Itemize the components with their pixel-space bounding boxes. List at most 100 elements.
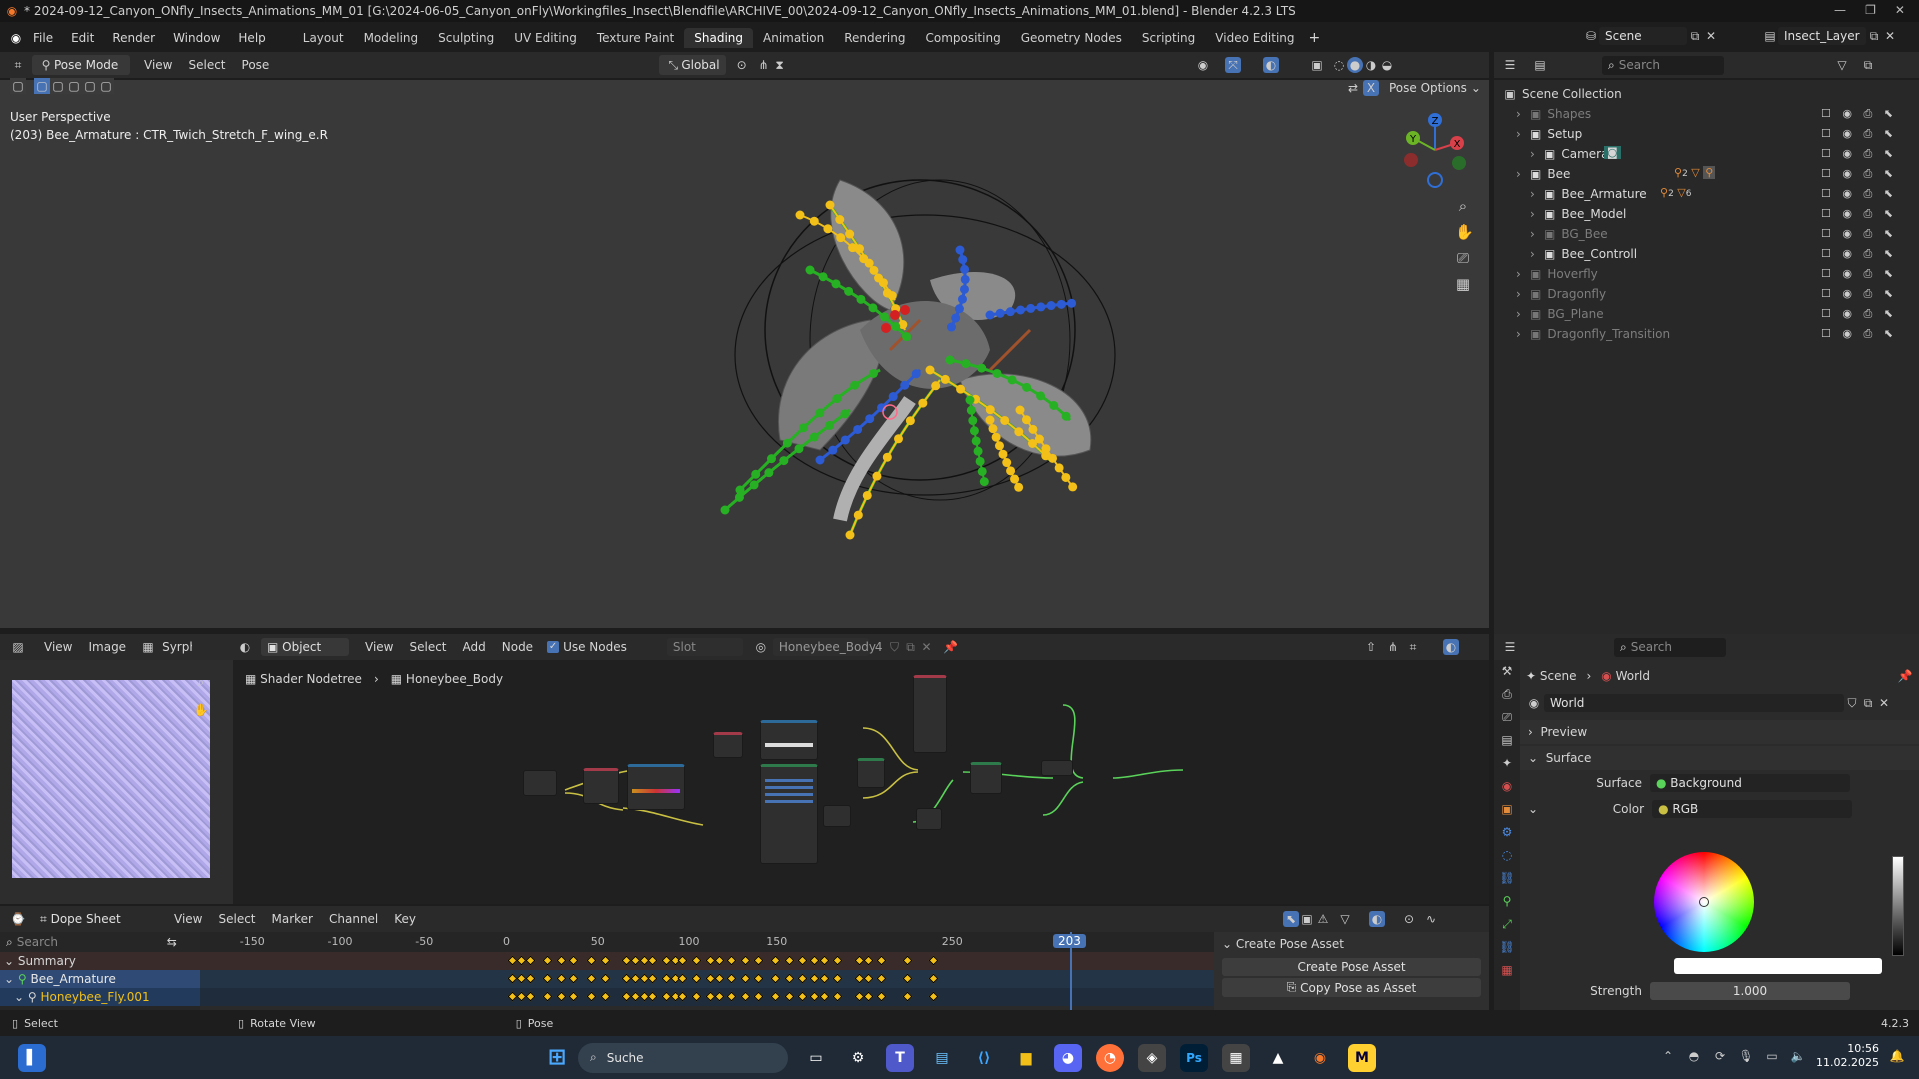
bone-joint[interactable] (751, 469, 761, 479)
editor-type-icon[interactable]: ⌗ (10, 57, 26, 73)
mode-dropdown[interactable]: ⚲ Pose Mode (32, 55, 130, 75)
world-tab-icon[interactable]: ◉ (1499, 778, 1515, 794)
camera-view-icon[interactable]: ⎚ (1455, 250, 1471, 266)
select-mode-intersect-icon[interactable]: ▢ (98, 78, 114, 94)
bone-joint[interactable] (856, 294, 866, 304)
bone-joint[interactable] (1061, 411, 1071, 421)
channel-bee-armature[interactable]: ⌄ ⚲ Bee_Armature (0, 970, 200, 988)
bone-joint[interactable] (859, 254, 869, 264)
tab-uv-editing[interactable]: UV Editing (504, 28, 587, 48)
dopesheet-menu-key[interactable]: Key (394, 912, 416, 926)
bone-joint[interactable] (764, 468, 774, 478)
row-visibility-toggles[interactable]: ☐ ◉ ⎙ ⬉ (1821, 167, 1897, 181)
bone-joint[interactable] (891, 322, 901, 332)
filter-icon[interactable]: ▽ (1834, 57, 1850, 73)
color-wheel[interactable] (1654, 852, 1754, 952)
tool-tab-icon[interactable]: ⚒ (1499, 663, 1515, 679)
bone-joint[interactable] (1054, 463, 1064, 473)
pivot-icon[interactable]: ⊙ (734, 57, 750, 73)
miro-icon[interactable]: M (1348, 1043, 1376, 1072)
slot-dropdown[interactable]: Slot (666, 638, 743, 656)
row-visibility-toggles[interactable]: ☐ ◉ ⎙ ⬉ (1821, 207, 1897, 221)
bone-joint[interactable] (1046, 301, 1056, 311)
chevron-right-icon[interactable]: › (1516, 127, 1528, 141)
bone-joint[interactable] (960, 264, 970, 274)
vscode-icon[interactable]: ⟨⟩ (970, 1044, 998, 1072)
image-name-field[interactable]: Syrph (162, 640, 192, 654)
bone-joint[interactable] (1006, 466, 1016, 476)
node-menu-node[interactable]: Node (502, 640, 533, 654)
surface-panel[interactable]: ⌄ Surface (1520, 746, 1919, 770)
outliner-item-bee-controll[interactable]: › ▣ Bee_Controll ☐ ◉ ⎙ ⬉ (1494, 244, 1919, 264)
bone-joint[interactable] (882, 452, 892, 462)
chevron-right-icon[interactable]: › (1516, 307, 1528, 321)
node-snap-icon[interactable]: ⋔ (1385, 639, 1401, 655)
bone-joint[interactable] (868, 303, 878, 313)
chevron-right-icon[interactable]: › (1516, 267, 1528, 281)
bone-joint[interactable] (845, 229, 855, 239)
image-editor[interactable]: ⌕ ✋ (0, 660, 233, 904)
bone-joint[interactable] (1026, 303, 1036, 313)
tab-scripting[interactable]: Scripting (1132, 28, 1205, 48)
only-selected-icon[interactable]: ⬉ (1283, 911, 1299, 927)
bone-joint[interactable] (818, 272, 828, 282)
bone-joint[interactable] (1016, 305, 1026, 315)
viewport-menu-pose[interactable]: Pose (242, 58, 270, 72)
bone-joint[interactable] (905, 416, 915, 426)
perspective-grid-icon[interactable]: ▦ (1455, 276, 1471, 292)
bone-joint[interactable] (844, 286, 854, 296)
bone-joint[interactable] (959, 284, 969, 294)
bone-joint[interactable] (995, 308, 1005, 318)
shader-type-dropdown[interactable]: ▣ Object (261, 638, 349, 656)
node-menu-select[interactable]: Select (409, 640, 446, 654)
bone-joint[interactable] (973, 446, 983, 456)
bone-joint[interactable] (985, 405, 995, 415)
bone-joint[interactable] (828, 445, 838, 455)
bone-joint[interactable] (958, 255, 968, 265)
bone-joint[interactable] (878, 278, 888, 288)
new-scene-icon[interactable]: ⧉ (1687, 28, 1703, 44)
bone-joint[interactable] (1049, 401, 1059, 411)
scene-name-field[interactable]: Scene (1599, 27, 1687, 45)
node-editor[interactable]: ▦ Shader Nodetree › ▦ Honeybee_Body (233, 660, 1489, 904)
bone-joint[interactable] (1034, 434, 1044, 444)
select-mode-invert-icon[interactable]: ▢ (82, 78, 98, 94)
render-tab-icon[interactable]: ⎙ (1499, 686, 1515, 702)
bone-joint[interactable] (1014, 427, 1024, 437)
bone-joint[interactable] (966, 405, 976, 415)
bone-joint[interactable] (994, 441, 1004, 451)
bone-joint[interactable] (809, 216, 819, 226)
bone-joint[interactable] (960, 274, 970, 284)
filter-icon[interactable]: ▽ (1337, 911, 1353, 927)
outliner-item-bee-armature[interactable]: › ▣ Bee_Armature ☐ ◉ ⎙ ⬉ (1494, 184, 1919, 204)
row-visibility-toggles[interactable]: ☐ ◉ ⎙ ⬉ (1821, 227, 1897, 241)
bone-joint[interactable] (1000, 415, 1010, 425)
row-visibility-toggles[interactable]: ☐ ◉ ⎙ ⬉ (1821, 187, 1897, 201)
select-mode-new-icon[interactable]: ▢ (34, 78, 50, 94)
image-pan-hand-icon[interactable]: ✋ (193, 702, 209, 718)
node-mix-shader-a[interactable] (857, 758, 885, 788)
bone-joint[interactable] (998, 449, 1008, 459)
interpolation-icon[interactable]: ∿ (1423, 911, 1439, 927)
pin-icon[interactable]: 📌 (943, 639, 959, 655)
bone-joint[interactable] (1068, 482, 1078, 492)
bone-joint[interactable] (1041, 444, 1051, 454)
bone-joint[interactable] (968, 416, 978, 426)
gizmo-icon[interactable]: ⤧ (1225, 57, 1241, 73)
tab-compositing[interactable]: Compositing (915, 28, 1010, 48)
row-visibility-toggles[interactable]: ☐ ◉ ⎙ ⬉ (1821, 107, 1897, 121)
zoom-icon[interactable]: ⌕ (1455, 198, 1471, 214)
bone-joint[interactable] (902, 332, 912, 342)
object-data-tab-icon[interactable]: ⚲ (1499, 893, 1515, 909)
dopesheet-editor-type-icon[interactable]: ⌚ (10, 911, 26, 927)
bone-joint[interactable] (809, 432, 819, 442)
view-layer-name-field[interactable]: Insect_Layer (1778, 27, 1866, 45)
display-mode-icon[interactable]: ▤ (1532, 57, 1548, 73)
bone-joint[interactable] (957, 294, 967, 304)
navigation-gizmo[interactable]: Z Y X (1395, 110, 1475, 190)
row-visibility-toggles[interactable]: ☐ ◉ ⎙ ⬉ (1821, 127, 1897, 141)
bone-joint[interactable] (880, 312, 890, 322)
bone-joint[interactable] (1007, 375, 1017, 385)
mirror-icon[interactable]: ⇄ (1345, 80, 1361, 96)
bone-joint[interactable] (835, 215, 845, 225)
